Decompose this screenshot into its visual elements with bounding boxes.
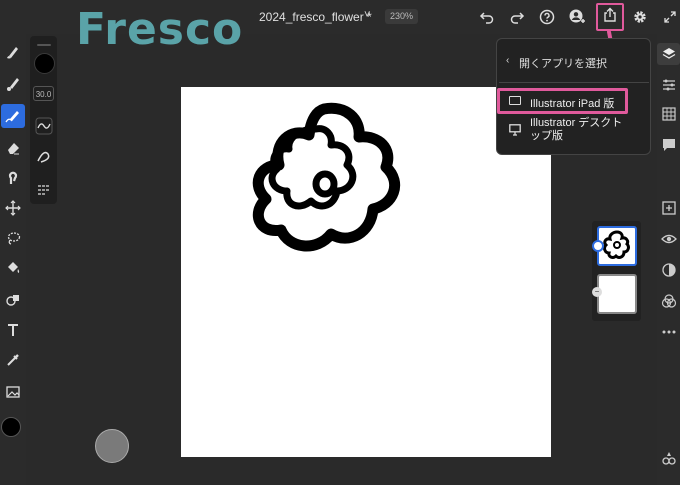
blend-mode-icon[interactable] bbox=[660, 292, 678, 310]
brush-size-value[interactable]: 30.0 bbox=[33, 86, 54, 101]
more-options-icon[interactable] bbox=[660, 323, 678, 341]
vector-brush-icon[interactable] bbox=[1, 104, 25, 128]
smoothing-icon[interactable] bbox=[33, 115, 54, 136]
fill-bucket-icon[interactable] bbox=[1, 256, 25, 280]
help-icon[interactable] bbox=[537, 7, 557, 27]
chevron-down-icon[interactable]: ˅ bbox=[364, 9, 370, 21]
pixel-brush-icon[interactable] bbox=[1, 40, 25, 64]
panel-drag-handle[interactable] bbox=[37, 44, 51, 46]
tools-panel-icon[interactable] bbox=[660, 449, 678, 467]
layer-visibility-indicator[interactable] bbox=[592, 240, 604, 252]
share-button[interactable] bbox=[596, 3, 624, 31]
mask-icon[interactable] bbox=[660, 261, 678, 279]
document-title[interactable]: 2024_fresco_flower * bbox=[259, 10, 372, 24]
app-title: Fresco bbox=[76, 4, 244, 55]
grid-icon[interactable] bbox=[660, 105, 678, 123]
color-swatch[interactable] bbox=[1, 417, 21, 437]
lasso-icon[interactable] bbox=[1, 226, 25, 250]
touch-shortcut-button[interactable] bbox=[95, 429, 129, 463]
smudge-icon[interactable] bbox=[1, 166, 25, 190]
comment-icon[interactable] bbox=[660, 136, 678, 154]
right-toolbar bbox=[657, 34, 680, 485]
eyedropper-icon[interactable] bbox=[1, 348, 25, 372]
layers-icon[interactable] bbox=[660, 45, 678, 63]
add-layer-icon[interactable] bbox=[660, 199, 678, 217]
properties-icon[interactable] bbox=[660, 76, 678, 94]
back-chevron-icon[interactable]: ‹ bbox=[506, 55, 509, 66]
popup-divider bbox=[499, 82, 649, 83]
undo-icon[interactable] bbox=[477, 7, 497, 27]
popup-title: 開くアプリを選択 bbox=[519, 58, 607, 70]
eraser-icon[interactable] bbox=[1, 136, 25, 160]
open-illustrator-desktop-item[interactable]: Illustrator デスクトップ版 bbox=[530, 117, 625, 143]
account-icon[interactable] bbox=[567, 7, 587, 27]
zoom-level[interactable]: 230% bbox=[385, 9, 418, 24]
redo-icon[interactable] bbox=[507, 7, 527, 27]
share-icon bbox=[602, 7, 618, 28]
layer-thumbnail-background[interactable] bbox=[597, 274, 637, 314]
live-brush-icon[interactable] bbox=[1, 72, 25, 96]
brush-options-icon[interactable] bbox=[33, 178, 54, 199]
desktop-icon bbox=[509, 123, 521, 141]
layer-lock-indicator[interactable]: − bbox=[592, 287, 602, 297]
visibility-eye-icon[interactable] bbox=[660, 230, 678, 248]
gear-icon[interactable] bbox=[630, 7, 650, 27]
stroke-style-icon[interactable] bbox=[33, 146, 54, 167]
brush-preview-dot[interactable] bbox=[34, 53, 55, 74]
image-icon[interactable] bbox=[1, 380, 25, 404]
move-transform-icon[interactable] bbox=[1, 196, 25, 220]
text-tool-icon[interactable] bbox=[1, 318, 25, 342]
fullscreen-icon[interactable] bbox=[660, 7, 680, 27]
menu-item-label: Illustrator iPad 版 bbox=[530, 98, 615, 110]
shapes-icon[interactable] bbox=[1, 288, 25, 312]
tablet-icon bbox=[509, 96, 521, 105]
